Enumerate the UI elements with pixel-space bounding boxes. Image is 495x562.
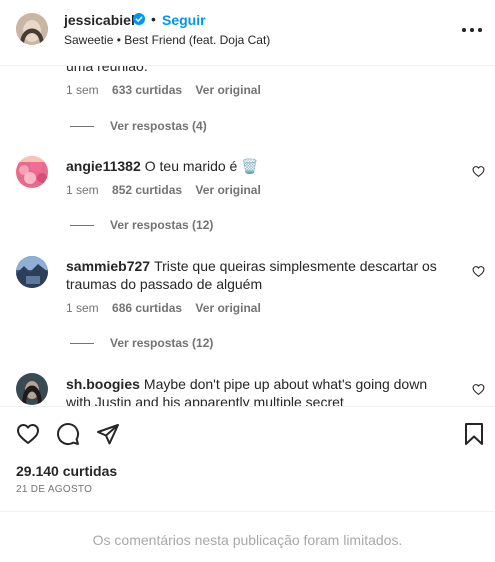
commenter-avatar[interactable] (16, 373, 48, 405)
see-original-button[interactable]: Ver original (195, 301, 260, 315)
comments-limited-notice: Os comentários nesta publicação foram li… (92, 532, 403, 548)
comment-like-heart-icon[interactable] (472, 165, 485, 178)
author-avatar[interactable] (16, 13, 48, 45)
post-date: 21 DE AGOSTO (16, 484, 93, 495)
comment-text-partial: uma reunião. (66, 66, 148, 74)
post-likes-count[interactable]: 29.140 curtidas (16, 463, 117, 479)
replies-divider (70, 225, 94, 227)
commenter-username[interactable]: sammieb727 (66, 258, 150, 274)
post-header: jessicabiel • Seguir Saweetie • Best Fri… (0, 0, 495, 66)
bookmark-icon[interactable] (462, 422, 486, 446)
comment-time: 1 sem (66, 83, 99, 97)
see-original-button[interactable]: Ver original (195, 83, 260, 97)
view-replies-label: Ver respostas (4) (110, 119, 207, 133)
commenter-avatar[interactable] (16, 256, 48, 288)
comments-list[interactable]: uma reunião. 1 sem 633 curtidas Ver orig… (0, 66, 495, 406)
header-separator: • (151, 11, 156, 27)
comment-meta: 1 sem 686 curtidas Ver original (66, 301, 271, 315)
view-replies-label: Ver respostas (12) (110, 336, 214, 350)
heart-icon[interactable] (16, 422, 40, 446)
view-replies-button[interactable]: Ver respostas (12) (70, 336, 213, 350)
commenter-avatar[interactable] (16, 156, 48, 188)
comment-time: 1 sem (66, 301, 99, 315)
comment-likes[interactable]: 633 curtidas (112, 83, 182, 97)
view-replies-button[interactable]: Ver respostas (4) (70, 119, 207, 133)
view-replies-label: Ver respostas (12) (110, 218, 214, 232)
more-options-icon[interactable] (460, 20, 484, 40)
comment-meta: 1 sem 852 curtidas Ver original (66, 183, 271, 197)
comment-likes[interactable]: 686 curtidas (112, 301, 182, 315)
verified-badge-icon (133, 13, 145, 25)
view-replies-button[interactable]: Ver respostas (12) (70, 218, 213, 232)
replies-divider (70, 343, 94, 345)
comment-likes[interactable]: 852 curtidas (112, 183, 182, 197)
audio-track-link[interactable]: Saweetie • Best Friend (feat. Doja Cat) (64, 33, 270, 47)
commenter-username[interactable]: angie11382 (66, 158, 141, 174)
comment-body: sh.boogies Maybe don't pipe up about what… (66, 375, 446, 406)
comment-meta: 1 sem 633 curtidas Ver original (66, 83, 271, 97)
comments-footer: Os comentários nesta publicação foram li… (0, 511, 495, 562)
comment-like-heart-icon[interactable] (472, 383, 485, 396)
comment-body: sammieb727 Triste que queiras simplesment… (66, 257, 446, 293)
author-username[interactable]: jessicabiel (64, 12, 135, 28)
replies-divider (70, 126, 94, 128)
commenter-username[interactable]: sh.boogies (66, 376, 140, 392)
post-actions: 29.140 curtidas 21 DE AGOSTO (0, 406, 495, 511)
send-icon[interactable] (96, 422, 120, 446)
comment-body: angie11382 O teu marido é 🗑️ (66, 157, 446, 175)
see-original-button[interactable]: Ver original (195, 183, 260, 197)
comment-text: O teu marido é 🗑️ (144, 158, 259, 174)
comment-time: 1 sem (66, 183, 99, 197)
comment-icon[interactable] (56, 422, 80, 446)
comment-like-heart-icon[interactable] (472, 265, 485, 278)
follow-button[interactable]: Seguir (162, 12, 206, 28)
